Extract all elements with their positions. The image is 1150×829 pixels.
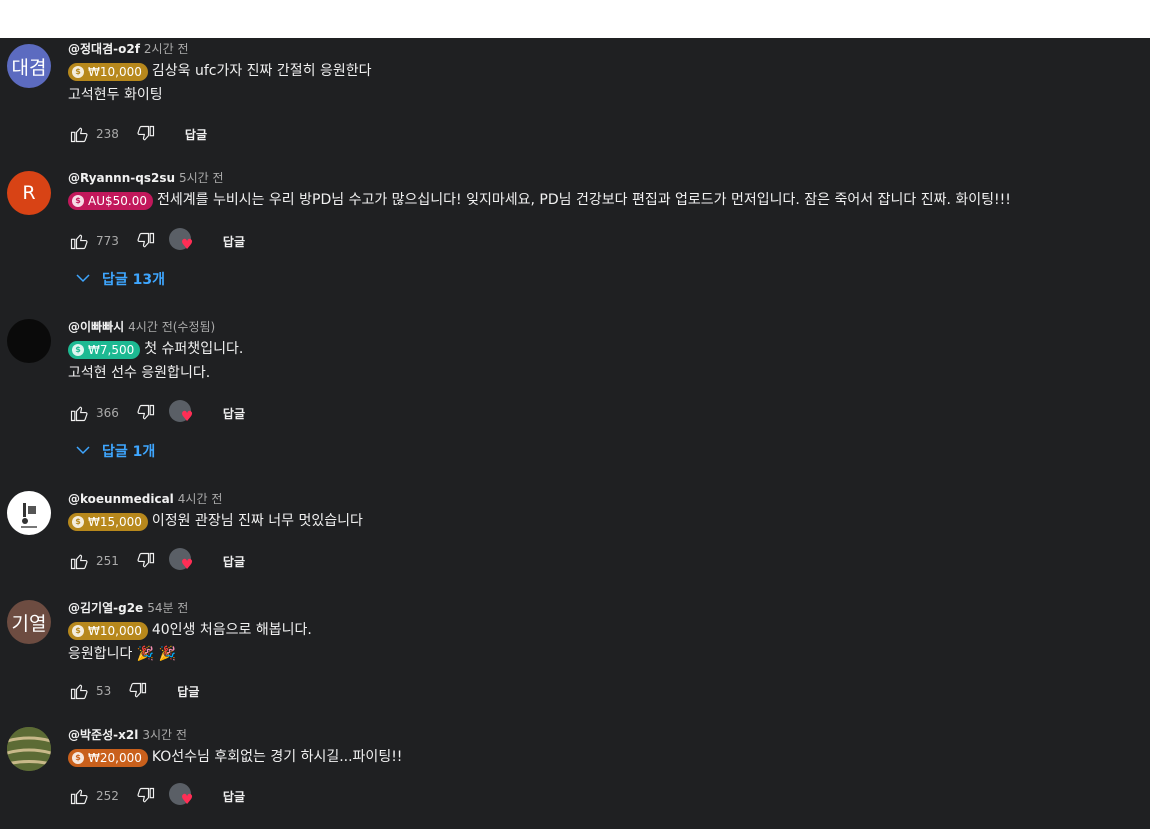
author-name[interactable]: @koeunmedical [68, 492, 174, 506]
avatar[interactable]: 기열 [7, 600, 51, 644]
top-bar [0, 0, 1150, 38]
like-count: 366 [96, 406, 119, 420]
comment-text: 전세계를 누비시는 우리 방PD님 수고가 많으십니다! 잊지마세요, PD님 … [156, 192, 1011, 208]
like-count: 773 [96, 234, 119, 248]
like-icon[interactable] [68, 230, 90, 252]
reply-button[interactable]: 답글 [185, 126, 207, 143]
dislike-icon[interactable] [135, 123, 157, 145]
like-count: 251 [96, 554, 119, 568]
like-icon[interactable] [68, 680, 90, 702]
heart-icon: ♥ [180, 557, 194, 573]
avatar[interactable] [7, 319, 51, 363]
comment-time[interactable]: 5시간 전 [179, 171, 224, 185]
author-name[interactable]: @정대겸-o2f [68, 42, 140, 56]
creator-heart-icon: ♥ [168, 400, 195, 426]
comment-text: 40인생 처음으로 해봅니다. [151, 622, 312, 638]
money-icon: $ [72, 752, 84, 764]
avatar[interactable]: 대겸 [7, 44, 51, 88]
like-icon[interactable] [68, 123, 90, 145]
like-count: 238 [96, 127, 119, 141]
comment-text: 고석현 선수 응원합니다. [68, 365, 211, 381]
super-thanks-chip: $ ₩10,000 [68, 63, 148, 81]
author-name[interactable]: @Ryannn-qs2su [68, 171, 175, 185]
author-name[interactable]: @이빠빠시 [68, 320, 124, 334]
chip-amount: AU$50.00 [88, 194, 147, 208]
comments-panel: 대겸 @정대겸-o2f 2시간 전 $ ₩10,000 김상욱 ufc가자 진짜 간절… [0, 38, 1150, 829]
reply-button[interactable]: 답글 [223, 553, 245, 570]
creator-heart-icon: ♥ [168, 548, 195, 574]
avatar-initials: 대겸 [11, 56, 47, 79]
comment-text: 이정원 관장님 진짜 너무 멋있습니다 [151, 513, 363, 529]
dislike-icon[interactable] [127, 680, 149, 702]
chip-amount: ₩15,000 [88, 515, 142, 529]
heart-icon: ♥ [180, 409, 194, 425]
chip-amount: ₩7,500 [88, 343, 135, 357]
like-icon[interactable] [68, 550, 90, 572]
money-icon: $ [72, 516, 84, 528]
replies-label: 답글 1개 [102, 444, 156, 460]
like-icon[interactable] [68, 402, 90, 424]
heart-icon: ♥ [180, 792, 194, 808]
super-thanks-chip: $ ₩20,000 [68, 749, 148, 767]
like-count: 252 [96, 789, 119, 803]
comment-text: 응원합니다 🎉 🎉 [68, 646, 177, 662]
chip-amount: ₩20,000 [88, 751, 142, 765]
chip-amount: ₩10,000 [88, 65, 142, 79]
super-thanks-chip: $ ₩10,000 [68, 622, 148, 640]
reply-button[interactable]: 답글 [223, 233, 245, 250]
comment-time[interactable]: 4시간 전(수정됨) [128, 320, 215, 334]
dislike-icon[interactable] [135, 402, 157, 424]
dislike-icon[interactable] [135, 785, 157, 807]
dislike-icon[interactable] [135, 550, 157, 572]
like-count: 53 [96, 684, 112, 698]
reply-button[interactable]: 답글 [223, 788, 245, 805]
view-replies-button[interactable]: 답글 13개 [76, 269, 165, 289]
creator-heart-icon: ♥ [168, 783, 195, 809]
avatar[interactable] [7, 491, 51, 535]
chevron-down-icon [76, 271, 90, 287]
heart-icon: ♥ [180, 237, 194, 253]
avatar[interactable] [7, 727, 51, 771]
replies-label: 답글 13개 [102, 272, 165, 288]
medical-logo-icon [21, 503, 37, 528]
comment-text: 첫 슈퍼챗입니다. [144, 341, 244, 357]
comment-text: 고석현두 화이팅 [68, 87, 163, 103]
author-name[interactable]: @김기열-g2e [68, 601, 143, 615]
money-icon: $ [72, 195, 84, 207]
avatar-initials: 기열 [11, 612, 47, 635]
comment-time[interactable]: 4시간 전 [178, 492, 223, 506]
like-icon[interactable] [68, 785, 90, 807]
avatar[interactable]: R [7, 171, 51, 215]
dislike-icon[interactable] [135, 230, 157, 252]
author-name[interactable]: @박준성-x2l [68, 728, 138, 742]
super-thanks-chip: $ ₩15,000 [68, 513, 148, 531]
money-icon: $ [72, 66, 84, 78]
comment-time[interactable]: 2시간 전 [144, 42, 189, 56]
super-thanks-chip: $ AU$50.00 [68, 192, 153, 210]
comment-time[interactable]: 54분 전 [147, 601, 188, 615]
creator-heart-icon: ♥ [168, 228, 195, 254]
super-thanks-chip: $ ₩7,500 [68, 341, 141, 359]
comment-text: 김상욱 ufc가자 진짜 간절히 응원한다 [151, 63, 372, 79]
reply-button[interactable]: 답글 [223, 405, 245, 422]
avatar-initials: R [22, 182, 36, 204]
money-icon: $ [72, 344, 84, 356]
money-icon: $ [72, 625, 84, 637]
field-photo-icon [7, 727, 51, 771]
comment-text: KO선수님 후회없는 경기 하시길...파이팅!! [151, 749, 403, 765]
comment-time[interactable]: 3시간 전 [142, 728, 187, 742]
view-replies-button[interactable]: 답글 1개 [76, 441, 155, 461]
chevron-down-icon [76, 443, 90, 459]
chip-amount: ₩10,000 [88, 624, 142, 638]
reply-button[interactable]: 답글 [177, 683, 199, 700]
